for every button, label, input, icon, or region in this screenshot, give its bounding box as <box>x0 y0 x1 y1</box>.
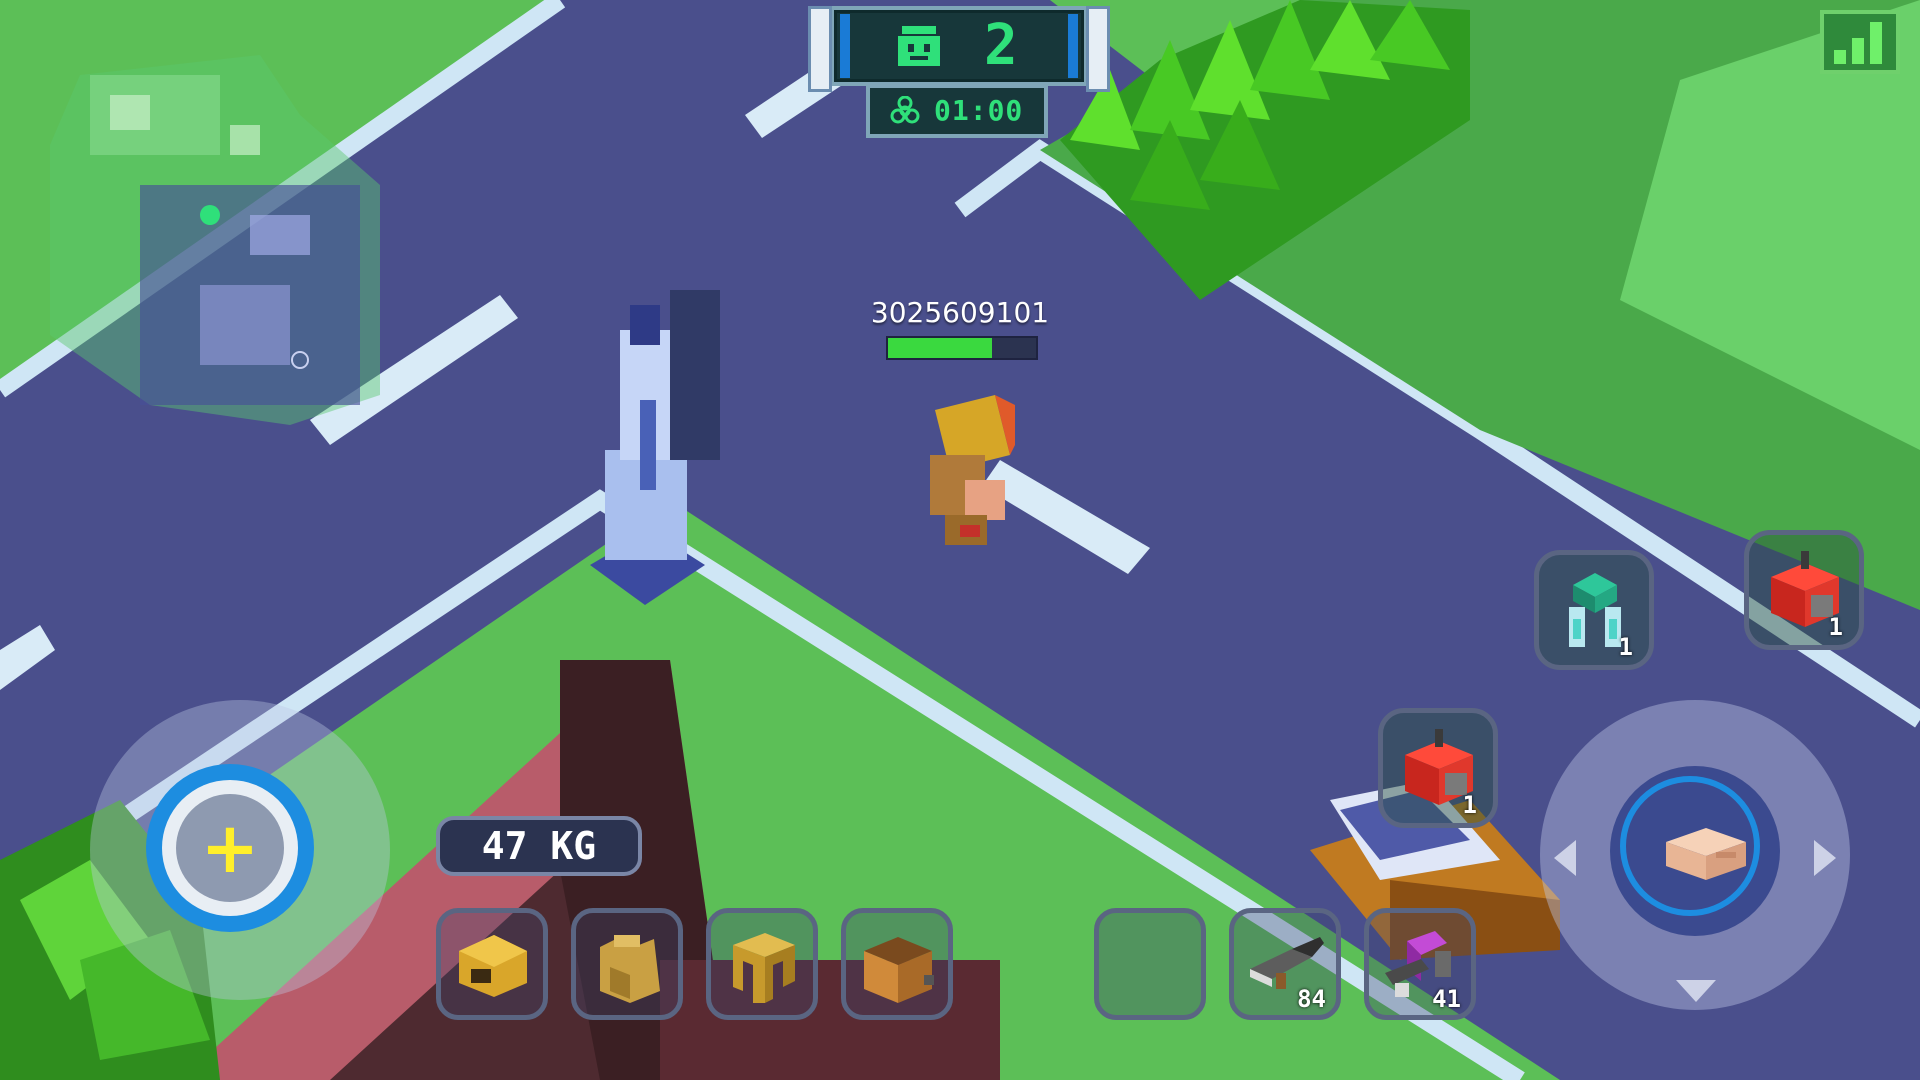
mine-skill-button-bottom[interactable]: 1 <box>1378 708 1498 828</box>
survivor-count: 2 <box>984 13 1018 78</box>
shield-skill-button[interactable]: 1 <box>1534 550 1654 670</box>
player-marker-icon <box>200 205 220 225</box>
mine-skill-count-top: 1 <box>1828 613 1843 641</box>
equipment-slot-helmet[interactable] <box>436 908 548 1020</box>
equipment-slot-pants[interactable] <box>706 908 818 1020</box>
panel-cap-right <box>1086 6 1110 92</box>
vest-icon <box>600 935 660 1003</box>
mine-skill-button-top[interactable]: 1 <box>1744 530 1864 650</box>
panel-stripe-left <box>840 14 850 78</box>
aim-right-arrow-icon <box>1814 840 1836 876</box>
attack-ring <box>1620 776 1760 916</box>
move-knob-ring: + <box>162 780 298 916</box>
timer-text: 01:00 <box>934 94 1024 127</box>
aim-left-arrow-icon <box>1554 840 1576 876</box>
plus-icon: + <box>200 807 260 889</box>
biohazard-icon <box>890 96 920 124</box>
mine-skill-count-bottom: 1 <box>1462 791 1477 819</box>
weapon-slot-shotgun[interactable]: 84 <box>1229 908 1341 1020</box>
minimap[interactable] <box>50 35 380 435</box>
equipment-slot-vest[interactable] <box>571 908 683 1020</box>
player-health-bar <box>886 336 1038 360</box>
pants-icon <box>733 933 795 1003</box>
player-health-fill <box>888 338 992 358</box>
helmet-icon <box>459 935 527 997</box>
aim-down-arrow-icon <box>1676 980 1716 1002</box>
attack-button[interactable] <box>1610 766 1780 936</box>
shield-skill-count: 1 <box>1618 633 1633 661</box>
survivor-counter: 2 <box>808 6 1110 92</box>
move-joystick[interactable]: + <box>90 700 390 1000</box>
player-name: 3025609101 <box>870 296 1050 329</box>
survivor-face-icon <box>898 26 940 66</box>
weapon-slot-empty[interactable] <box>1094 908 1206 1020</box>
shotgun-ammo-count: 84 <box>1297 985 1326 1013</box>
survivor-counter-panel: 2 01:00 <box>780 0 1130 140</box>
carry-weight: 47 KG <box>436 816 642 876</box>
carry-weight-text: 47 KG <box>481 824 597 868</box>
panel-cap-left <box>808 6 832 92</box>
move-joystick-knob[interactable]: + <box>146 764 314 932</box>
backpack-icon <box>864 937 934 1003</box>
game-scene: 2 01:00 3025609101 + 47 KG 84 41 1 1 1 <box>0 0 1920 1080</box>
panel-stripe-right <box>1068 14 1078 78</box>
signal-strength-icon <box>1820 10 1900 74</box>
zone-timer: 01:00 <box>866 84 1048 138</box>
blaster-ammo-count: 41 <box>1432 985 1461 1013</box>
equipment-slot-backpack[interactable] <box>841 908 953 1020</box>
move-knob-core: + <box>176 794 284 902</box>
fist-icon <box>1666 828 1746 880</box>
attack-joystick[interactable] <box>1540 700 1850 1010</box>
weapon-slot-blaster[interactable]: 41 <box>1364 908 1476 1020</box>
